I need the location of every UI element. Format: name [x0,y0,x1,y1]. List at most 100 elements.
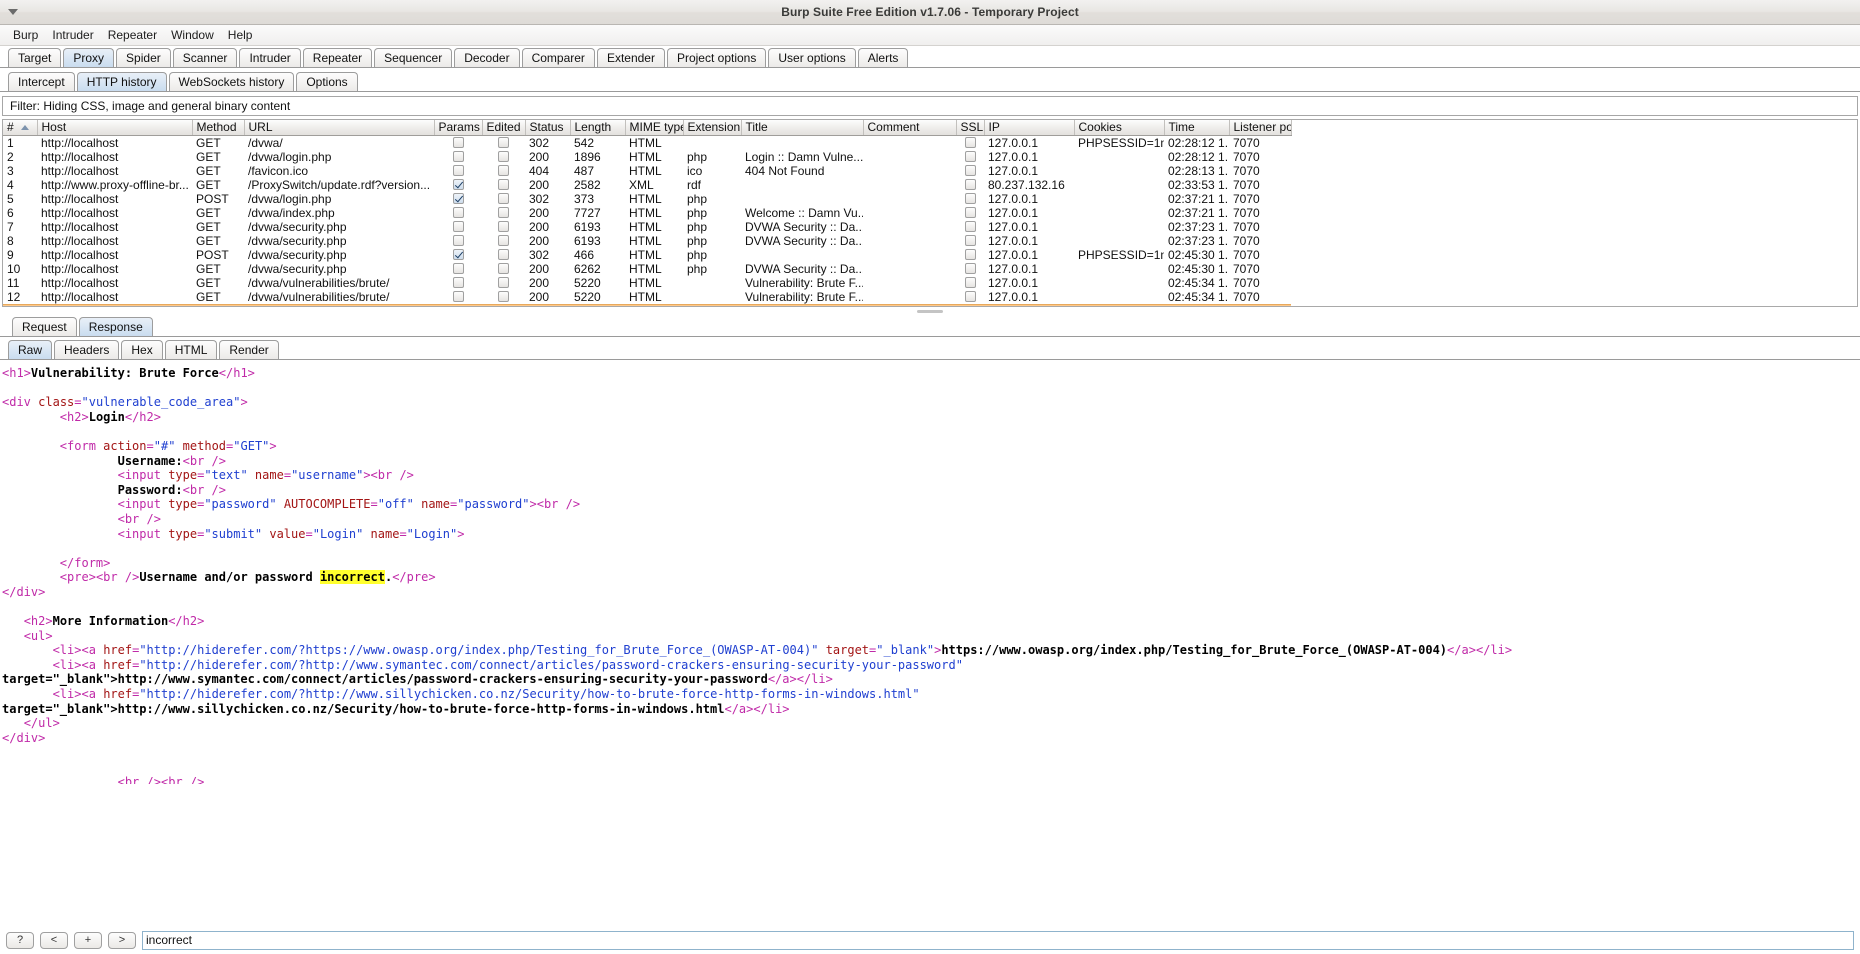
tab-alerts[interactable]: Alerts [858,48,909,67]
tab-spider[interactable]: Spider [116,48,171,67]
subtab-http-history[interactable]: HTTP history [77,72,167,91]
ssl-checkbox[interactable] [965,151,976,162]
edited-checkbox[interactable] [498,151,509,162]
ssl-checkbox[interactable] [965,193,976,204]
menu-item-burp[interactable]: Burp [6,26,45,44]
column-header-mime-type[interactable]: MIME type [625,120,683,135]
params-checkbox[interactable] [453,165,464,176]
edited-checkbox[interactable] [498,249,509,260]
subtab-options[interactable]: Options [296,72,357,91]
ssl-checkbox[interactable] [965,165,976,176]
edited-checkbox[interactable] [498,235,509,246]
table-row[interactable]: 3http://localhostGET/favicon.ico404487HT… [3,164,1291,178]
params-checkbox[interactable] [453,277,464,288]
ssl-checkbox[interactable] [965,179,976,190]
menu-item-intruder[interactable]: Intruder [45,26,100,44]
params-checkbox[interactable] [453,193,464,204]
params-checkbox[interactable] [453,151,464,162]
column-header-length[interactable]: Length [570,120,625,135]
response-body-viewer[interactable]: <h1>Vulnerability: Brute Force</h1> <div… [0,360,1860,784]
menu-item-repeater[interactable]: Repeater [101,26,164,44]
subtab-websockets-history[interactable]: WebSockets history [169,72,295,91]
edited-checkbox[interactable] [498,263,509,274]
tab-repeater[interactable]: Repeater [303,48,372,67]
menu-item-window[interactable]: Window [164,26,221,44]
column-header-url[interactable]: URL [244,120,434,135]
table-row[interactable]: 1http://localhostGET/dvwa/302542HTML127.… [3,135,1291,150]
column-header-cookies[interactable]: Cookies [1074,120,1164,135]
ssl-checkbox[interactable] [965,221,976,232]
subtab-intercept[interactable]: Intercept [8,72,75,91]
column-header-extension[interactable]: Extension [683,120,741,135]
edited-checkbox[interactable] [498,207,509,218]
table-row[interactable]: 11http://localhostGET/dvwa/vulnerabiliti… [3,276,1291,290]
table-row[interactable]: 12http://localhostGET/dvwa/vulnerabiliti… [3,290,1291,305]
viewtab-hex[interactable]: Hex [121,340,162,359]
tab-proxy[interactable]: Proxy [63,48,114,67]
column-header-listener-port[interactable]: Listener port [1229,120,1291,135]
search-previous-button[interactable]: < [40,932,68,949]
edited-checkbox[interactable] [498,137,509,148]
tab-target[interactable]: Target [8,48,61,67]
edited-checkbox[interactable] [498,193,509,204]
table-body[interactable]: 1http://localhostGET/dvwa/302542HTML127.… [3,135,1291,307]
splitter-grip-icon[interactable] [917,310,943,313]
column-header-[interactable]: # [3,120,37,135]
column-header-title[interactable]: Title [741,120,863,135]
column-header-edited[interactable]: Edited [482,120,525,135]
tab-intruder[interactable]: Intruder [239,48,300,67]
msgtab-request[interactable]: Request [12,317,77,336]
edited-checkbox[interactable] [498,165,509,176]
http-history-table[interactable]: #HostMethodURLParamsEditedStatusLengthMI… [3,120,1292,307]
params-checkbox[interactable] [453,291,464,302]
table-row[interactable]: 4http://www.proxy-offline-br...GET/Proxy… [3,178,1291,192]
params-checkbox[interactable] [453,207,464,218]
column-header-host[interactable]: Host [37,120,192,135]
ssl-checkbox[interactable] [965,249,976,260]
ssl-checkbox[interactable] [965,137,976,148]
tab-scanner[interactable]: Scanner [173,48,238,67]
viewtab-render[interactable]: Render [219,340,278,359]
table-row[interactable]: 8http://localhostGET/dvwa/security.php20… [3,234,1291,248]
search-next-button[interactable]: > [108,932,136,949]
table-header-row[interactable]: #HostMethodURLParamsEditedStatusLengthMI… [3,120,1291,135]
params-checkbox[interactable] [453,235,464,246]
table-row[interactable]: 5http://localhostPOST/dvwa/login.php3023… [3,192,1291,206]
column-header-time[interactable]: Time [1164,120,1229,135]
ssl-checkbox[interactable] [965,277,976,288]
viewtab-raw[interactable]: Raw [8,340,52,359]
tab-user-options[interactable]: User options [768,48,855,67]
table-row[interactable]: 6http://localhostGET/dvwa/index.php20077… [3,206,1291,220]
params-checkbox[interactable] [453,221,464,232]
edited-checkbox[interactable] [498,221,509,232]
ssl-checkbox[interactable] [965,291,976,302]
http-history-table-container[interactable]: #HostMethodURLParamsEditedStatusLengthMI… [2,119,1858,307]
ssl-checkbox[interactable] [965,263,976,274]
tab-extender[interactable]: Extender [597,48,665,67]
params-checkbox[interactable] [453,249,464,260]
search-input[interactable] [142,931,1854,950]
edited-checkbox[interactable] [498,179,509,190]
column-header-method[interactable]: Method [192,120,244,135]
tab-sequencer[interactable]: Sequencer [374,48,452,67]
column-header-status[interactable]: Status [525,120,570,135]
table-row[interactable]: 7http://localhostGET/dvwa/security.php20… [3,220,1291,234]
params-checkbox[interactable] [453,137,464,148]
panel-splitter[interactable] [0,307,1860,315]
tab-comparer[interactable]: Comparer [522,48,595,67]
column-header-params[interactable]: Params [434,120,482,135]
params-checkbox[interactable] [453,179,464,190]
menu-item-help[interactable]: Help [221,26,260,44]
edited-checkbox[interactable] [498,291,509,302]
window-menu-arrow-icon[interactable] [8,9,18,15]
table-row[interactable]: 10http://localhostGET/dvwa/security.php2… [3,262,1291,276]
viewtab-headers[interactable]: Headers [54,340,119,359]
search-help-button[interactable]: ? [6,932,34,949]
filter-bar[interactable]: Filter: Hiding CSS, image and general bi… [2,96,1858,116]
msgtab-response[interactable]: Response [79,317,153,336]
edited-checkbox[interactable] [498,277,509,288]
column-header-ip[interactable]: IP [984,120,1074,135]
table-row[interactable]: 9http://localhostPOST/dvwa/security.php3… [3,248,1291,262]
ssl-checkbox[interactable] [965,235,976,246]
tab-decoder[interactable]: Decoder [454,48,519,67]
